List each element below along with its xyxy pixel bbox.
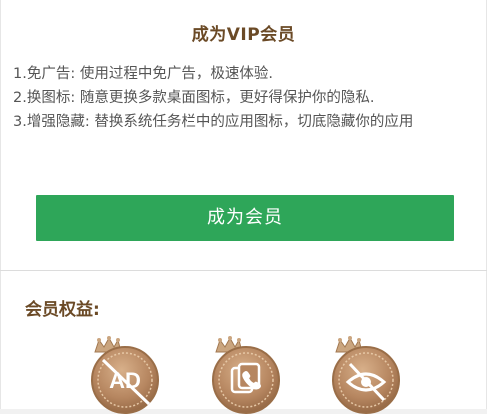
feature-item-no-ads: 1.免广告: 使用过程中免广告，极速体验.	[13, 66, 273, 82]
vip-title: 成为VIP会员	[191, 25, 296, 45]
change-icon-badge-icon	[206, 334, 286, 414]
vip-card: 成为VIP会员 1.免广告: 使用过程中免广告，极速体验. 2.换图标: 随意更…	[0, 0, 487, 270]
feature-list: 1.免广告: 使用过程中免广告，极速体验. 2.换图标: 随意更换多款桌面图标，…	[13, 62, 474, 134]
hide-eye-badge-icon	[326, 334, 406, 414]
become-member-button[interactable]: 成为会员	[36, 195, 454, 241]
feature-item-enhanced-hide: 3.增强隐藏: 替换系统任务栏中的应用图标，切底隐藏你的应用	[13, 114, 414, 130]
no-ads-badge-icon: AD	[85, 334, 165, 414]
benefits-section: 会员权益: AD	[0, 271, 487, 414]
benefits-heading: 会员权益:	[25, 300, 100, 320]
feature-item-change-icon: 2.换图标: 随意更换多款桌面图标，更好得保护你的隐私.	[13, 90, 375, 106]
